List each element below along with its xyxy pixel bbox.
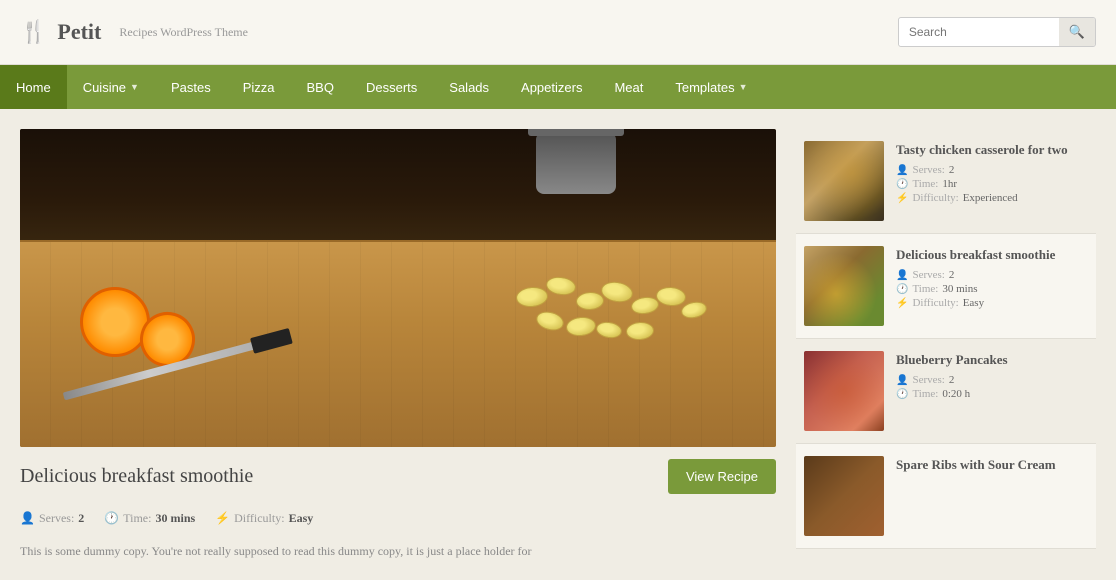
meta-serves: 👤 Serves: 2	[20, 511, 84, 526]
sidebar-thumb-1	[804, 141, 884, 221]
nav-item-templates[interactable]: Templates ▼	[659, 65, 763, 109]
sidebar-time-2: 🕐 Time: 30 mins	[896, 283, 1088, 295]
sidebar-content-3: Blueberry Pancakes 👤 Serves: 2 🕐 Time: 0…	[896, 351, 1088, 431]
sidebar-title-2: Delicious breakfast smoothie	[896, 246, 1088, 264]
sidebar-meta-2: 👤 Serves: 2 🕐 Time: 30 mins ⚡ Difficulty…	[896, 269, 1088, 309]
site-name: Petit	[57, 19, 101, 45]
clock-icon: 🕐	[896, 179, 908, 190]
nav-item-pizza[interactable]: Pizza	[227, 65, 291, 109]
sidebar-thumb-2	[804, 246, 884, 326]
featured-recipe-title: Delicious breakfast smoothie	[20, 465, 668, 488]
featured-image[interactable]	[20, 129, 776, 447]
sidebar-recipe-item-2[interactable]: Delicious breakfast smoothie 👤 Serves: 2…	[796, 234, 1096, 339]
nav-item-pastes[interactable]: Pastes	[155, 65, 227, 109]
main-nav: Home Cuisine ▼ Pastes Pizza BBQ Desserts…	[0, 65, 1116, 109]
nav-item-bbq[interactable]: BBQ	[291, 65, 350, 109]
right-column: Tasty chicken casserole for two 👤 Serves…	[796, 129, 1096, 560]
search-button[interactable]: 🔍	[1059, 18, 1095, 46]
chevron-down-icon-2: ▼	[739, 82, 748, 92]
main-content: Delicious breakfast smoothie View Recipe…	[0, 109, 1116, 580]
sidebar-content-2: Delicious breakfast smoothie 👤 Serves: 2…	[896, 246, 1088, 326]
clock-icon: 🕐	[896, 389, 908, 400]
bolt-icon: ⚡	[896, 193, 908, 204]
sidebar-serves-2: 👤 Serves: 2	[896, 269, 1088, 281]
orange-decoration	[80, 287, 150, 357]
person-icon: 👤	[896, 375, 908, 386]
sidebar-time-3: 🕐 Time: 0:20 h	[896, 388, 1088, 400]
sidebar-title-4: Spare Ribs with Sour Cream	[896, 456, 1088, 474]
sidebar-recipe-item-4[interactable]: Spare Ribs with Sour Cream	[796, 444, 1096, 549]
nav-item-appetizers[interactable]: Appetizers	[505, 65, 598, 109]
recipe-meta: 👤 Serves: 2 🕐 Time: 30 mins ⚡ Difficulty…	[20, 511, 776, 526]
nav-item-meat[interactable]: Meat	[598, 65, 659, 109]
logo-area: 🍴 Petit Recipes WordPress Theme	[20, 19, 248, 45]
nav-item-cuisine[interactable]: Cuisine ▼	[67, 65, 155, 109]
person-icon: 👤	[896, 270, 908, 281]
clock-icon: 🕐	[896, 284, 908, 295]
left-column: Delicious breakfast smoothie View Recipe…	[20, 129, 776, 560]
clock-icon: 🕐	[104, 511, 119, 526]
search-input[interactable]	[899, 19, 1059, 45]
site-tagline: Recipes WordPress Theme	[119, 25, 248, 40]
bolt-icon: ⚡	[896, 298, 908, 309]
sidebar-title-1: Tasty chicken casserole for two	[896, 141, 1088, 159]
sidebar-time-1: 🕐 Time: 1hr	[896, 178, 1088, 190]
chevron-down-icon: ▼	[130, 82, 139, 92]
view-recipe-button[interactable]: View Recipe	[668, 459, 776, 494]
bolt-icon: ⚡	[215, 511, 230, 526]
banana-decoration	[516, 267, 716, 347]
recipe-info-row: Delicious breakfast smoothie View Recipe	[20, 459, 776, 494]
sidebar-thumb-3	[804, 351, 884, 431]
nav-item-home[interactable]: Home	[0, 65, 67, 109]
sidebar-serves-1: 👤 Serves: 2	[896, 164, 1088, 176]
meta-time: 🕐 Time: 30 mins	[104, 511, 195, 526]
sidebar-thumb-4	[804, 456, 884, 536]
meta-difficulty: ⚡ Difficulty: Easy	[215, 511, 313, 526]
sidebar-difficulty-2: ⚡ Difficulty: Easy	[896, 297, 1088, 309]
sidebar-recipe-item-1[interactable]: Tasty chicken casserole for two 👤 Serves…	[796, 129, 1096, 234]
header: 🍴 Petit Recipes WordPress Theme 🔍	[0, 0, 1116, 65]
sidebar-difficulty-1: ⚡ Difficulty: Experienced	[896, 192, 1088, 204]
sidebar-content-1: Tasty chicken casserole for two 👤 Serves…	[896, 141, 1088, 221]
search-box: 🔍	[898, 17, 1096, 47]
person-icon: 👤	[896, 165, 908, 176]
nav-item-salads[interactable]: Salads	[433, 65, 505, 109]
nav-item-desserts[interactable]: Desserts	[350, 65, 433, 109]
sidebar-serves-3: 👤 Serves: 2	[896, 374, 1088, 386]
sidebar-meta-1: 👤 Serves: 2 🕐 Time: 1hr ⚡ Difficulty: Ex…	[896, 164, 1088, 204]
sidebar-content-4: Spare Ribs with Sour Cream	[896, 456, 1088, 536]
sidebar-meta-3: 👤 Serves: 2 🕐 Time: 0:20 h	[896, 374, 1088, 400]
person-icon: 👤	[20, 511, 35, 526]
logo-icon: 🍴	[20, 19, 47, 45]
recipe-description: This is some dummy copy. You're not real…	[20, 542, 776, 560]
sidebar-recipe-item-3[interactable]: Blueberry Pancakes 👤 Serves: 2 🕐 Time: 0…	[796, 339, 1096, 444]
sidebar-title-3: Blueberry Pancakes	[896, 351, 1088, 369]
